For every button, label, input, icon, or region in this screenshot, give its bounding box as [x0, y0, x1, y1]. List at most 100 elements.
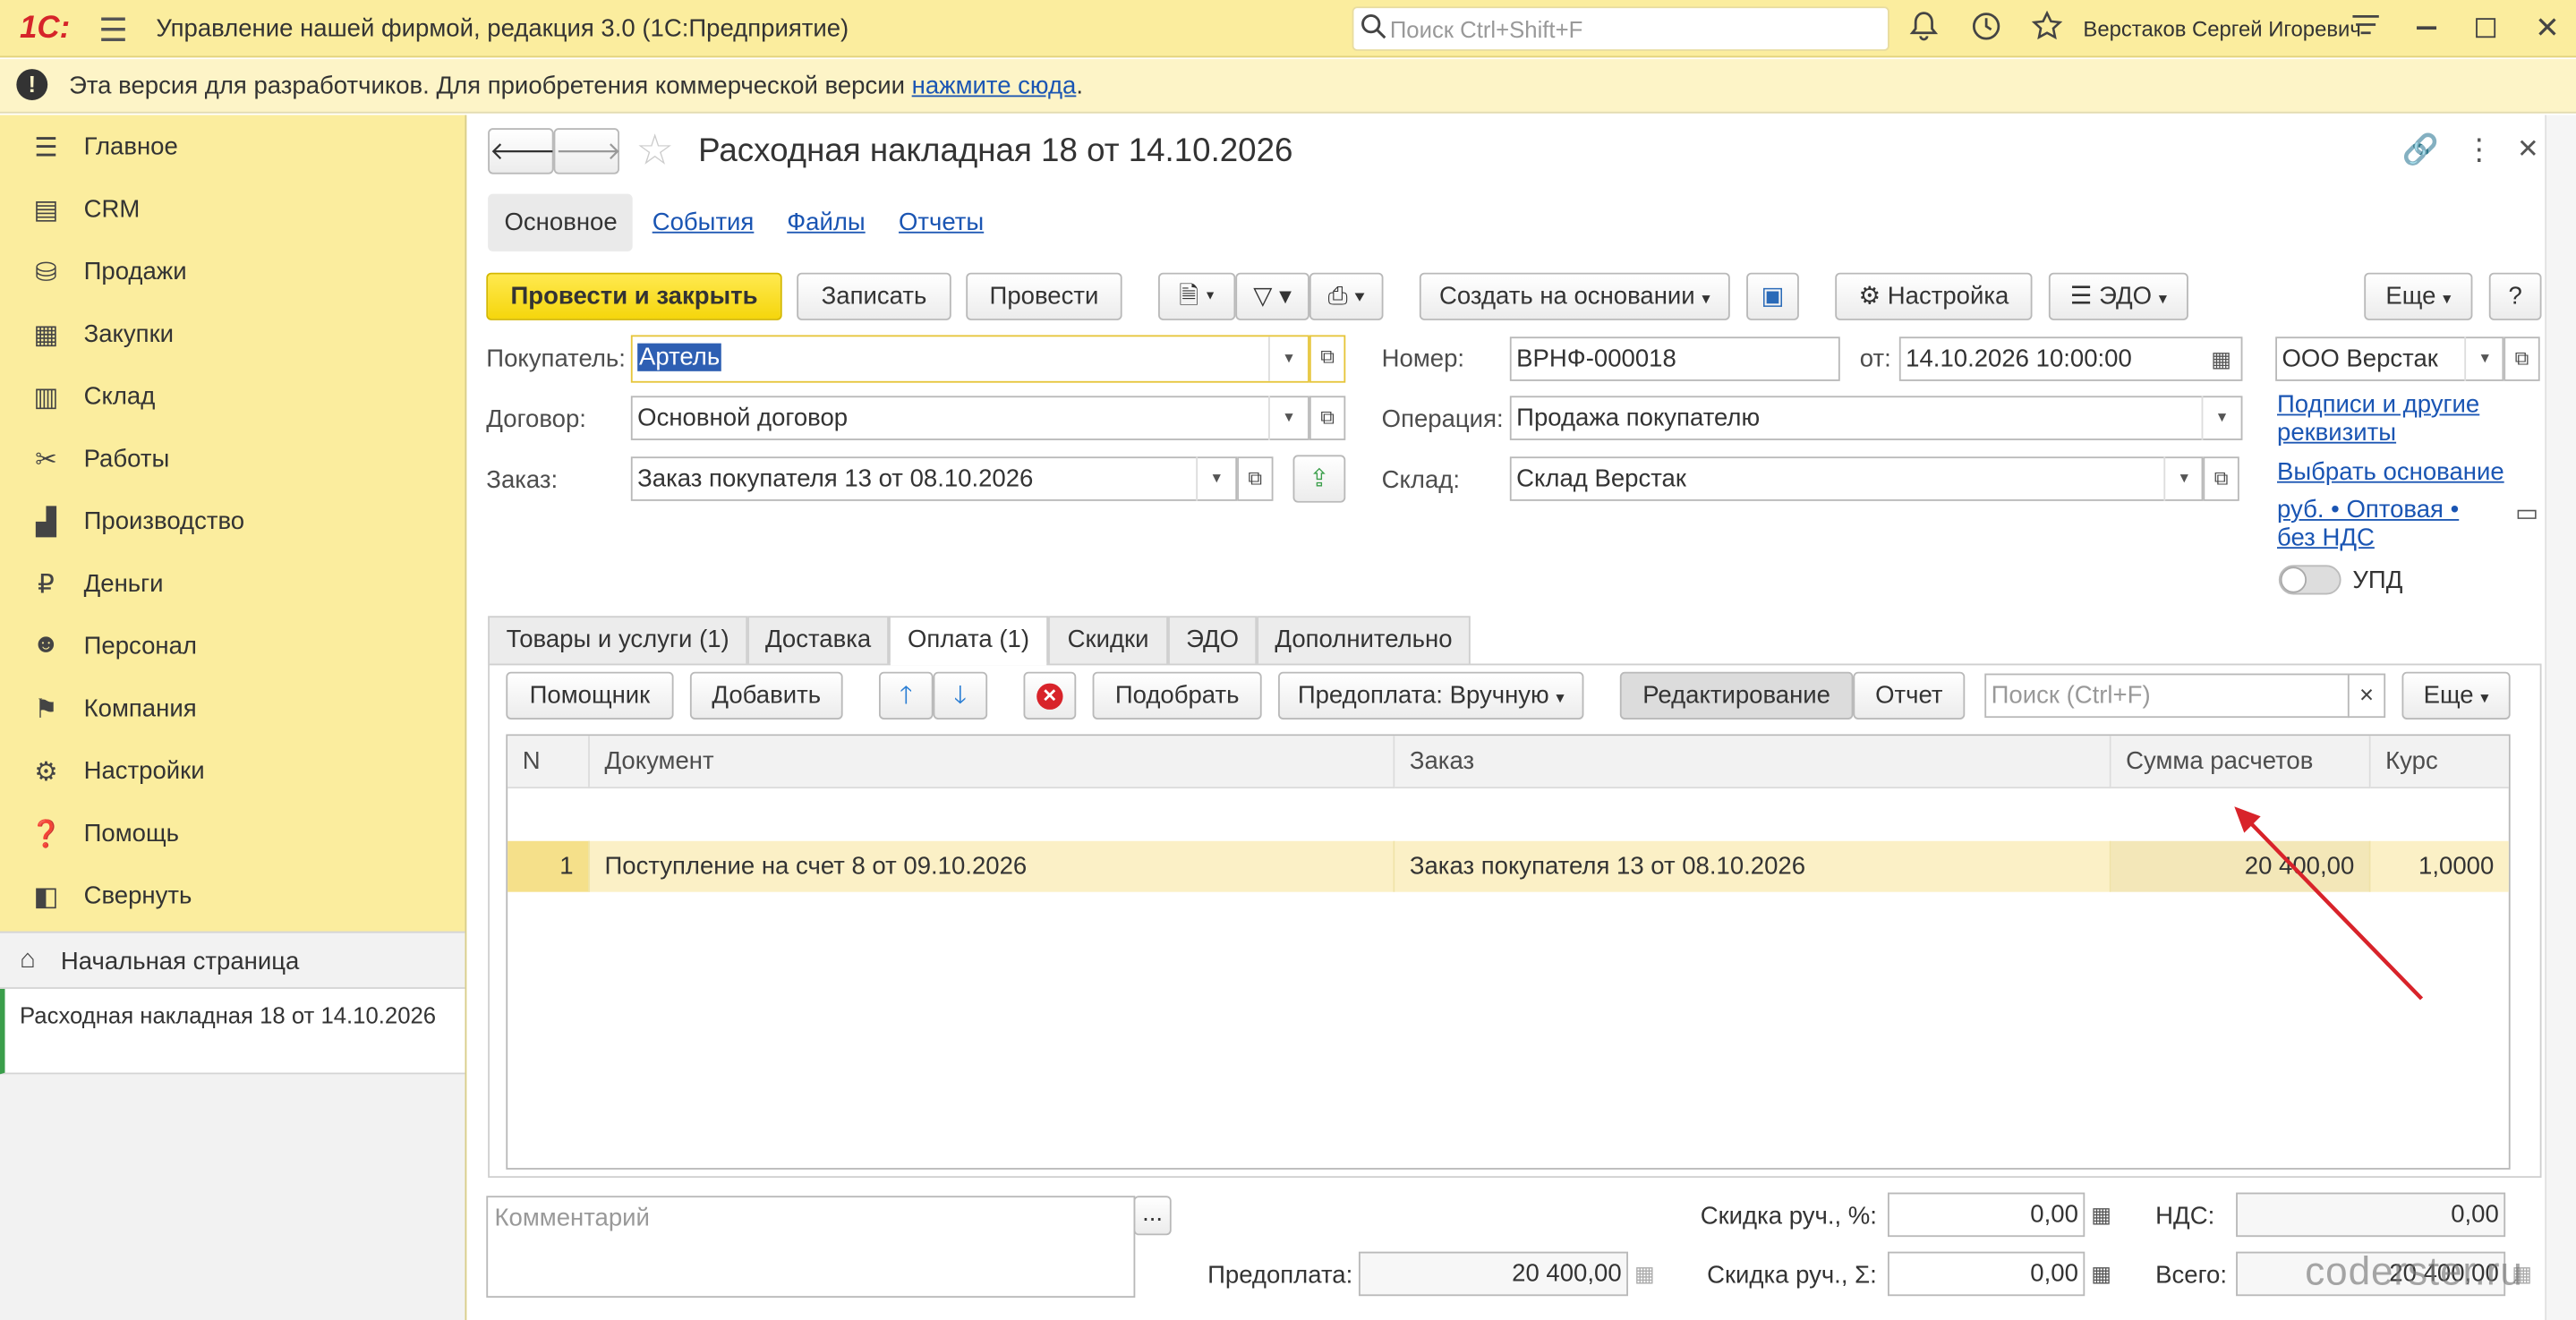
report-mode-button[interactable]: Отчет [1853, 671, 1966, 720]
number-field[interactable]: ВРНФ-000018 [1509, 336, 1840, 381]
settings-button[interactable]: ⚙ Настройка [1835, 272, 2033, 320]
tab-discounts[interactable]: Скидки [1048, 616, 1169, 666]
history-icon[interactable] [1970, 10, 2003, 51]
edo-button[interactable]: ☰ ЭДО ▾ [2048, 272, 2188, 320]
card-icon[interactable]: ▭ [2515, 498, 2538, 527]
comment-field[interactable]: Комментарий [486, 1196, 1136, 1299]
calculator-icon[interactable]: ▦ [2086, 1252, 2116, 1297]
buyer-field[interactable]: Артель [630, 335, 1309, 383]
current-user[interactable]: Верстаков Сергей Игоревич [2083, 16, 2360, 41]
warehouse-field[interactable]: Склад Верстак [1509, 456, 2204, 501]
structure-button[interactable]: ▣ [1746, 272, 1799, 320]
column-header-document[interactable]: Документ [589, 736, 1395, 789]
signatures-link[interactable]: Подписи и другие реквизиты [2277, 391, 2491, 447]
sidebar-item-purchases[interactable]: ▦ Закупки [0, 302, 465, 365]
company-dropdown-icon[interactable]: ▾ [2464, 336, 2503, 381]
helper-button[interactable]: Помощник [506, 671, 674, 720]
tab-delivery[interactable]: Доставка [747, 616, 890, 666]
table-row[interactable]: 1 Поступление на счет 8 от 09.10.2026 За… [508, 788, 2509, 892]
clear-search-button[interactable]: × [2347, 673, 2386, 719]
price-type-link[interactable]: руб. • Оптовая • без НДС [2277, 496, 2491, 551]
prepayment-mode-button[interactable]: Предоплата: Вручную ▾ [1278, 671, 1584, 720]
sidebar-item-production[interactable]: ▟ Производство [0, 490, 465, 552]
section-tab-main[interactable]: Основное [488, 193, 633, 251]
table-more-button[interactable]: Еще ▾ [2401, 671, 2511, 720]
order-dropdown-icon[interactable]: ▾ [1196, 456, 1235, 501]
forward-button[interactable]: 🡒 [553, 128, 621, 175]
table-search-input[interactable]: Поиск (Ctrl+F) [1984, 673, 2350, 719]
column-header-order[interactable]: Заказ [1395, 736, 2111, 789]
manual-discount-sum-field[interactable]: 0,00 [1887, 1251, 2086, 1297]
back-button[interactable]: 🡐 [488, 128, 556, 175]
section-tab-reports[interactable]: Отчеты [899, 209, 984, 236]
bell-icon[interactable] [1909, 10, 1939, 51]
more-actions-icon[interactable]: ⋮ [2464, 133, 2494, 168]
upd-toggle[interactable] [2278, 565, 2341, 595]
move-up-button[interactable]: 🡑 [878, 671, 934, 720]
help-button[interactable]: ? [2488, 272, 2542, 320]
sidebar-item-company[interactable]: ⚑ Компания [0, 677, 465, 739]
save-button[interactable]: Записать [797, 272, 951, 320]
pick-button[interactable]: Подобрать [1092, 671, 1262, 720]
cell-n[interactable]: 1 [508, 840, 590, 892]
global-search-input[interactable]: Поиск Ctrl+Shift+F [1352, 6, 1889, 51]
manual-discount-pct-field[interactable]: 0,00 [1887, 1192, 2086, 1238]
sidebar-item-sales[interactable]: ⛁ Продажи [0, 240, 465, 302]
settings-lines-icon[interactable] [2351, 13, 2381, 48]
sidebar-item-money[interactable]: ₽ Деньги [0, 552, 465, 615]
favorites-star-icon[interactable] [2031, 10, 2064, 51]
cell-order[interactable]: Заказ покупателя 13 от 08.10.2026 [1395, 840, 2111, 892]
choose-basis-link[interactable]: Выбрать основание [2277, 458, 2504, 486]
close-form-icon[interactable]: ✕ [2517, 133, 2539, 166]
print-button[interactable]: ⎙ ▾ [1309, 272, 1384, 320]
post-button[interactable]: Провести [966, 272, 1122, 320]
favorite-star-icon[interactable]: ☆ [635, 124, 674, 175]
sidebar-item-collapse[interactable]: ◧ Свернуть [0, 864, 465, 926]
close-window-icon[interactable]: ✕ [2535, 12, 2560, 47]
move-down-button[interactable]: 🡓 [933, 671, 988, 720]
sidebar-item-works[interactable]: ✂ Работы [0, 427, 465, 490]
cell-document[interactable]: Поступление на счет 8 от 09.10.2026 [589, 840, 1395, 892]
open-document-tab[interactable]: Расходная накладная 18 от 14.10.2026 [0, 988, 465, 1075]
minimize-icon[interactable] [2417, 26, 2437, 30]
filter-button[interactable]: ▽ ▾ [1235, 272, 1309, 320]
order-field[interactable]: Заказ покупателя 13 от 08.10.2026 [630, 456, 1238, 501]
tab-goods[interactable]: Товары и услуги (1) [488, 616, 748, 666]
warehouse-dropdown-icon[interactable]: ▾ [2163, 456, 2203, 501]
post-and-close-button[interactable]: Провести и закрыть [486, 272, 782, 320]
operation-dropdown-icon[interactable]: ▾ [2201, 396, 2241, 440]
link-icon[interactable]: 🔗 [2402, 133, 2439, 168]
vertical-scrollbar[interactable] [2545, 115, 2576, 1320]
order-open-button[interactable]: ⧉ [1237, 456, 1274, 501]
comment-expand-button[interactable]: ... [1133, 1196, 1172, 1236]
column-header-n[interactable]: N [508, 736, 590, 789]
section-tab-files[interactable]: Файлы [787, 209, 866, 236]
tab-edo[interactable]: ЭДО [1168, 616, 1258, 666]
calculator-icon[interactable]: ▦ [2086, 1193, 2116, 1238]
warehouse-open-button[interactable]: ⧉ [2203, 456, 2239, 501]
date-field[interactable]: 14.10.2026 10:00:00 [1898, 336, 2243, 381]
sidebar-item-settings[interactable]: ⚙ Настройки [0, 739, 465, 802]
sidebar-item-personnel[interactable]: ☻ Персонал [0, 614, 465, 677]
create-based-on-button[interactable]: Создать на основании ▾ [1419, 272, 1730, 320]
add-row-button[interactable]: Добавить [689, 671, 843, 720]
sidebar-item-main[interactable]: ☰ Главное [0, 115, 465, 177]
attach-document-button[interactable]: 🗎 ▾ [1158, 272, 1236, 320]
company-open-button[interactable]: ⧉ [2503, 336, 2540, 381]
operation-field[interactable]: Продажа покупателю [1509, 396, 2243, 440]
tab-payment[interactable]: Оплата (1) [889, 616, 1049, 666]
maximize-icon[interactable] [2476, 18, 2496, 38]
more-button[interactable]: Еще ▾ [2364, 272, 2473, 320]
calendar-icon[interactable]: ▦ [2206, 336, 2236, 381]
sidebar-item-help[interactable]: ❓ Помощь [0, 802, 465, 864]
contract-dropdown-icon[interactable]: ▾ [1268, 396, 1308, 440]
section-tab-events[interactable]: События [653, 209, 755, 236]
fill-from-order-button[interactable]: ⇪ [1292, 455, 1346, 503]
main-menu-icon[interactable]: ☰ [98, 10, 128, 51]
buyer-dropdown-icon[interactable]: ▾ [1268, 336, 1308, 381]
buyer-open-button[interactable]: ⧉ [1309, 335, 1346, 383]
home-page-tab[interactable]: ⌂ Начальная страница [0, 931, 465, 989]
contract-field[interactable]: Основной договор [630, 396, 1309, 440]
sidebar-item-crm[interactable]: ▤ CRM [0, 177, 465, 240]
edit-mode-button[interactable]: Редактирование [1619, 671, 1854, 720]
